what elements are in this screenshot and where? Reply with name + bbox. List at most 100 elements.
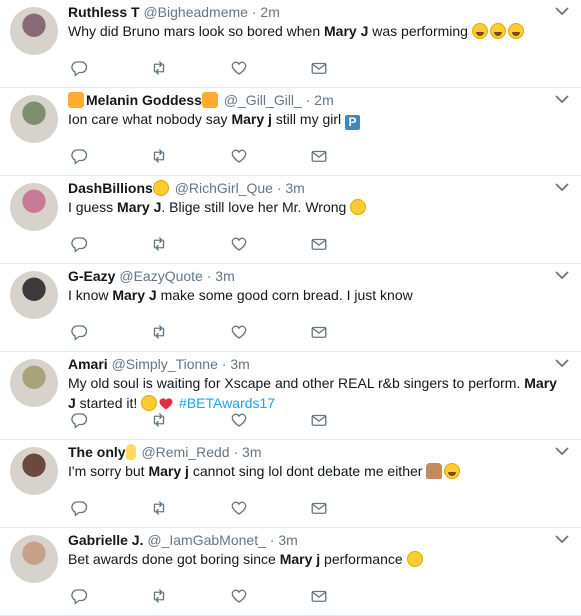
timestamp[interactable]: 2m: [260, 4, 279, 20]
highlighted-keyword: Mary J: [117, 199, 162, 215]
reply-icon[interactable]: [70, 411, 88, 429]
chevron-down-icon[interactable]: [555, 94, 569, 104]
timestamp[interactable]: 3m: [215, 268, 234, 284]
display-name[interactable]: G-Eazy: [68, 268, 115, 284]
retweet-icon[interactable]: [150, 411, 168, 429]
laughing-emoji-icon: [489, 23, 506, 39]
avatar[interactable]: [10, 95, 58, 143]
tired-face-emoji-icon: [350, 199, 367, 215]
user-handle[interactable]: @_Gill_Gill_: [224, 92, 302, 108]
tweet[interactable]: G-Eazy @EazyQuote · 3m I know Mary J mak…: [0, 264, 581, 352]
tired-face-emoji-icon: [141, 395, 158, 411]
user-handle[interactable]: @Bigheadmeme: [143, 4, 248, 20]
tweet-text: My old soul is waiting for Xscape and ot…: [68, 373, 563, 413]
name-emoji-after: [152, 180, 171, 196]
tweet-text-segment: performance: [320, 551, 407, 567]
display-name[interactable]: Gabrielle J.: [68, 532, 143, 548]
reply-icon[interactable]: [70, 147, 88, 165]
heart-icon[interactable]: [230, 323, 248, 341]
retweet-icon[interactable]: [150, 235, 168, 253]
tweet-actions: [70, 587, 340, 605]
timestamp[interactable]: 3m: [230, 356, 249, 372]
chevron-down-icon[interactable]: [555, 6, 569, 16]
avatar[interactable]: [10, 271, 58, 319]
display-name[interactable]: Ruthless T: [68, 4, 140, 20]
heart-icon[interactable]: [230, 59, 248, 77]
avatar[interactable]: [10, 183, 58, 231]
heart-icon[interactable]: [230, 587, 248, 605]
separator-dot: ·: [206, 268, 216, 284]
avatar[interactable]: [10, 7, 58, 55]
display-name[interactable]: Amari: [68, 356, 108, 372]
heart-icon[interactable]: [230, 147, 248, 165]
tweet-text: Bet awards done got boring since Mary j …: [68, 549, 563, 569]
retweet-icon[interactable]: [150, 147, 168, 165]
avatar[interactable]: [10, 535, 58, 583]
display-name[interactable]: The only: [68, 444, 126, 460]
user-handle[interactable]: @Remi_Redd: [141, 444, 229, 460]
tweet[interactable]: Amari @Simply_Tionne · 3m My old soul is…: [0, 352, 581, 440]
separator-dot: ·: [233, 444, 243, 460]
user-handle[interactable]: @RichGirl_Que: [175, 180, 273, 196]
timestamp[interactable]: 3m: [285, 180, 304, 196]
tweet[interactable]: DashBillions @RichGirl_Que · 3m I guess …: [0, 176, 581, 264]
tweet-text: I guess Mary J. Blige still love her Mr.…: [68, 197, 563, 217]
heart-icon[interactable]: [230, 411, 248, 429]
display-name[interactable]: DashBillions: [68, 180, 153, 196]
retweet-icon[interactable]: [150, 323, 168, 341]
tweet[interactable]: Ruthless T @Bigheadmeme · 2m Why did Bru…: [0, 0, 581, 88]
envelope-icon[interactable]: [310, 235, 328, 253]
user-handle[interactable]: @EazyQuote: [119, 268, 202, 284]
laughing-emoji-icon: [471, 23, 488, 39]
display-name[interactable]: Melanin Goddess: [86, 92, 202, 108]
retweet-icon[interactable]: [150, 587, 168, 605]
envelope-icon[interactable]: [310, 499, 328, 517]
chevron-down-icon[interactable]: [555, 182, 569, 192]
tweet-text-segment: make some good corn bread. I just know: [156, 287, 413, 303]
reply-icon[interactable]: [70, 587, 88, 605]
chevron-down-icon[interactable]: [555, 270, 569, 280]
tweet-header: Ruthless T @Bigheadmeme · 2m: [68, 3, 541, 21]
tweet-text-segment: Bet awards done got boring since: [68, 551, 280, 567]
user-handle[interactable]: @_IamGabMonet_: [147, 532, 266, 548]
tweet-actions: [70, 59, 340, 77]
tweet[interactable]: The only @Remi_Redd · 3m I'm sorry but M…: [0, 440, 581, 528]
retweet-icon[interactable]: [150, 59, 168, 77]
envelope-icon[interactable]: [310, 411, 328, 429]
avatar[interactable]: [10, 447, 58, 495]
envelope-icon[interactable]: [310, 59, 328, 77]
hashtag-link[interactable]: #BETAwards17: [179, 395, 275, 411]
timestamp[interactable]: 3m: [242, 444, 261, 460]
reply-icon[interactable]: [70, 323, 88, 341]
heart-icon[interactable]: [230, 235, 248, 253]
reply-icon[interactable]: [70, 235, 88, 253]
tweet-actions: [70, 235, 340, 253]
user-handle[interactable]: @Simply_Tionne: [112, 356, 218, 372]
envelope-icon[interactable]: [310, 587, 328, 605]
chevron-down-icon[interactable]: [555, 446, 569, 456]
separator-dot: ·: [305, 92, 315, 108]
highlighted-keyword: Mary J: [324, 23, 369, 39]
eye-roll-emoji-icon: [406, 551, 423, 567]
timestamp[interactable]: 2m: [314, 92, 333, 108]
highlighted-keyword: Mary J: [112, 287, 157, 303]
highlighted-keyword: Mary j: [279, 551, 321, 567]
name-emoji-after: [201, 92, 220, 108]
tweet-text-segment: Ion care what nobody say: [68, 111, 232, 127]
name-emoji-before: [68, 92, 86, 108]
reply-icon[interactable]: [70, 59, 88, 77]
envelope-icon[interactable]: [310, 147, 328, 165]
tweet[interactable]: Gabrielle J. @_IamGabMonet_ · 3m Bet awa…: [0, 528, 581, 616]
chevron-down-icon[interactable]: [555, 358, 569, 368]
tweet[interactable]: Melanin Goddess @_Gill_Gill_ · 2m Ion ca…: [0, 88, 581, 176]
heart-icon[interactable]: [230, 499, 248, 517]
tweet-text-segment: . Blige still love her Mr. Wrong: [161, 199, 351, 215]
envelope-icon[interactable]: [310, 323, 328, 341]
timestamp[interactable]: 3m: [278, 532, 297, 548]
avatar[interactable]: [10, 359, 58, 407]
dizzy-star-emoji-icon: [68, 92, 84, 108]
reply-icon[interactable]: [70, 499, 88, 517]
retweet-icon[interactable]: [150, 499, 168, 517]
tweet-text: I know Mary J make some good corn bread.…: [68, 285, 563, 305]
chevron-down-icon[interactable]: [555, 534, 569, 544]
